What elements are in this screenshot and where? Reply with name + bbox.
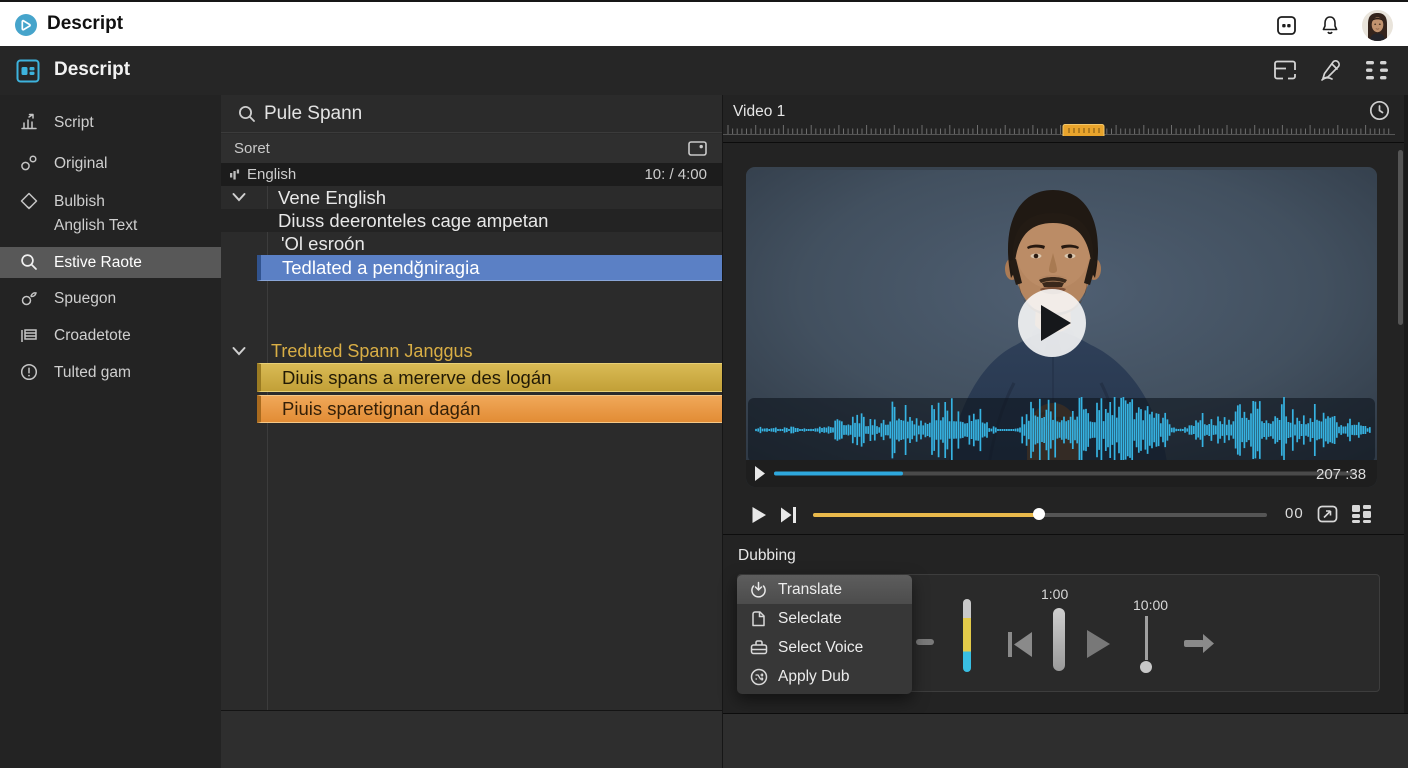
svg-text:207 :38: 207 :38 [1316, 466, 1366, 483]
